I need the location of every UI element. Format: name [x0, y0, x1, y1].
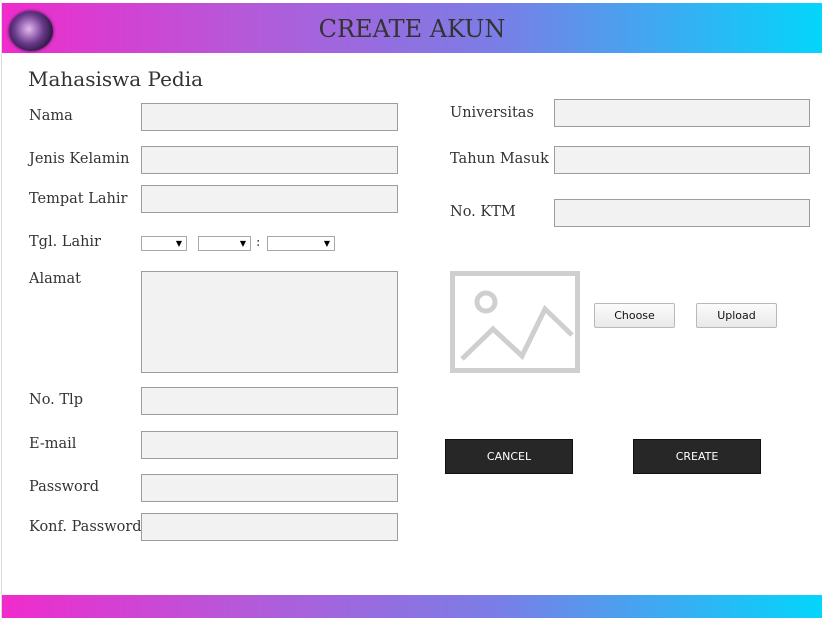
- password-label: Password: [29, 479, 99, 495]
- email-input[interactable]: [141, 431, 398, 459]
- dropdown-arrow-icon: ▼: [239, 239, 246, 248]
- universitas-input[interactable]: [554, 99, 810, 127]
- password-input[interactable]: [141, 474, 398, 502]
- universitas-label: Universitas: [450, 105, 534, 121]
- alamat-textarea[interactable]: [141, 271, 398, 373]
- konf-password-input[interactable]: [141, 513, 398, 541]
- no-ktm-label: No. KTM: [450, 204, 516, 220]
- image-placeholder-icon: [450, 271, 580, 373]
- nama-label: Nama: [29, 108, 73, 124]
- no-tlp-input[interactable]: [141, 387, 398, 415]
- tgl-lahir-label: Tgl. Lahir: [29, 234, 101, 250]
- tempat-lahir-input[interactable]: [141, 185, 398, 213]
- alamat-label: Alamat: [29, 271, 81, 287]
- cancel-button[interactable]: CANCEL: [445, 439, 573, 474]
- tahun-masuk-input[interactable]: [554, 146, 810, 174]
- month-select[interactable]: ▼: [198, 236, 251, 251]
- page-title: CREATE AKUN: [318, 15, 506, 43]
- day-select[interactable]: ▼: [141, 236, 187, 251]
- jenis-kelamin-label: Jenis Kelamin: [29, 151, 130, 167]
- header-bar: CREATE AKUN: [2, 3, 822, 53]
- jenis-kelamin-input[interactable]: [141, 146, 398, 174]
- nama-input[interactable]: [141, 103, 398, 131]
- konf-password-label: Konf. Password: [29, 519, 142, 535]
- footer-bar: [2, 595, 822, 618]
- tahun-masuk-label: Tahun Masuk: [450, 151, 549, 167]
- email-label: E-mail: [29, 436, 77, 452]
- choose-button[interactable]: Choose: [594, 303, 675, 328]
- date-separator: :: [256, 235, 261, 250]
- dropdown-arrow-icon: ▼: [323, 239, 330, 248]
- upload-button[interactable]: Upload: [696, 303, 777, 328]
- tempat-lahir-label: Tempat Lahir: [29, 191, 128, 207]
- no-ktm-input[interactable]: [554, 199, 810, 227]
- app-title: Mahasiswa Pedia: [28, 67, 204, 91]
- dropdown-arrow-icon: ▼: [175, 239, 182, 248]
- year-select[interactable]: ▼: [267, 236, 335, 251]
- create-button[interactable]: CREATE: [633, 439, 761, 474]
- no-tlp-label: No. Tlp: [29, 392, 83, 408]
